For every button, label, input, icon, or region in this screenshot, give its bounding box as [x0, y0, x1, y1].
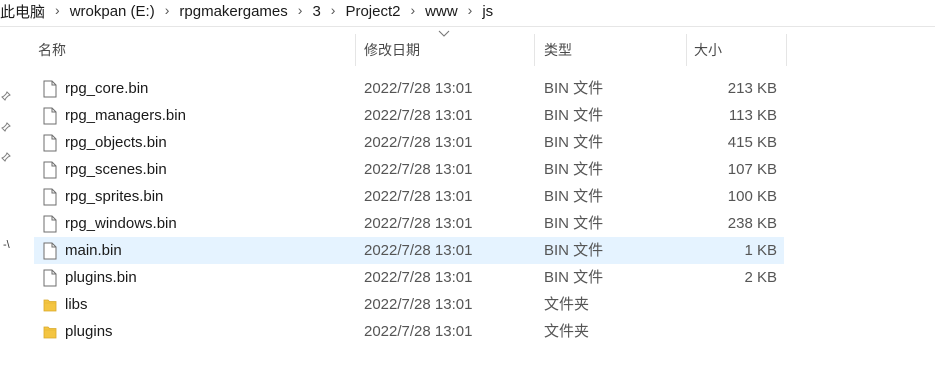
- chevron-right-icon[interactable]: ›: [325, 2, 342, 18]
- breadcrumb-item-3[interactable]: 3: [308, 3, 324, 20]
- pin-icon: [1, 91, 11, 101]
- file-icon: [43, 75, 57, 102]
- file-modified-date: 2022/7/28 13:01: [364, 323, 473, 340]
- file-type: BIN 文件: [544, 242, 604, 259]
- file-list: rpg_core.bin 2022/7/28 13:01 BIN 文件 213 KB r…: [34, 75, 784, 345]
- folder-icon: [43, 291, 57, 318]
- breadcrumb-item-drive[interactable]: wrokpan (E:): [66, 3, 159, 20]
- file-type: BIN 文件: [544, 80, 604, 97]
- column-header-size[interactable]: 大小: [694, 34, 784, 66]
- file-row[interactable]: rpg_managers.bin 2022/7/28 13:01 BIN 文件 113…: [34, 102, 784, 129]
- file-icon: [43, 156, 57, 183]
- file-name: plugins.bin: [65, 269, 137, 286]
- column-header-date[interactable]: 修改日期: [364, 34, 534, 66]
- file-row[interactable]: rpg_core.bin 2022/7/28 13:01 BIN 文件 213 KB: [34, 75, 784, 102]
- breadcrumb: 此电脑 › wrokpan (E:) › rpgmakergames › 3 ›…: [0, 0, 935, 22]
- file-name: rpg_objects.bin: [65, 134, 167, 151]
- file-icon: [43, 129, 57, 156]
- column-header-type[interactable]: 类型: [544, 34, 684, 66]
- file-name: rpg_managers.bin: [65, 107, 186, 124]
- pin-icon: [1, 122, 11, 132]
- file-modified-date: 2022/7/28 13:01: [364, 161, 473, 178]
- folder-row[interactable]: libs 2022/7/28 13:01 文件夹: [34, 291, 784, 318]
- file-name: rpg_core.bin: [65, 80, 149, 97]
- file-row[interactable]: rpg_scenes.bin 2022/7/28 13:01 BIN 文件 107 K…: [34, 156, 784, 183]
- chevron-right-icon[interactable]: ›: [159, 2, 176, 18]
- column-divider[interactable]: [355, 34, 356, 66]
- chevron-right-icon[interactable]: ›: [405, 2, 422, 18]
- file-modified-date: 2022/7/28 13:01: [364, 134, 473, 151]
- file-size: 2 KB: [744, 269, 777, 286]
- breadcrumb-item-project2[interactable]: Project2: [341, 3, 404, 20]
- file-size: 107 KB: [727, 161, 777, 178]
- file-name: rpg_sprites.bin: [65, 188, 164, 205]
- breadcrumb-item-js[interactable]: js: [478, 3, 497, 20]
- file-type: 文件夹: [544, 296, 590, 313]
- file-name: main.bin: [65, 242, 122, 259]
- file-size: 415 KB: [727, 134, 777, 151]
- file-type: BIN 文件: [544, 161, 604, 178]
- column-header-type-label: 类型: [544, 42, 572, 58]
- file-explorer: 此电脑 › wrokpan (E:) › rpgmakergames › 3 ›…: [0, 0, 935, 369]
- pin-icon: [1, 152, 11, 162]
- folder-icon: [43, 318, 57, 345]
- file-modified-date: 2022/7/28 13:01: [364, 242, 473, 259]
- chevron-right-icon[interactable]: ›: [292, 2, 309, 18]
- file-name: plugins: [65, 323, 113, 340]
- file-size: [634, 318, 777, 345]
- breadcrumb-item-this-pc[interactable]: 此电脑: [0, 1, 49, 22]
- file-modified-date: 2022/7/28 13:01: [364, 269, 473, 286]
- file-modified-date: 2022/7/28 13:01: [364, 215, 473, 232]
- file-row[interactable]: plugins.bin 2022/7/28 13:01 BIN 文件 2 KB: [34, 264, 784, 291]
- navigation-item-fragment[interactable]: -\: [3, 239, 10, 251]
- file-name: libs: [65, 296, 88, 313]
- file-row[interactable]: main.bin 2022/7/28 13:01 BIN 文件 1 KB: [34, 237, 784, 264]
- chevron-right-icon[interactable]: ›: [462, 2, 479, 18]
- file-size: [634, 291, 777, 318]
- file-icon: [43, 210, 57, 237]
- file-type: BIN 文件: [544, 188, 604, 205]
- breadcrumb-item-rpgmakergames[interactable]: rpgmakergames: [175, 3, 291, 20]
- navigation-pane[interactable]: -\: [0, 27, 14, 369]
- column-header-date-label: 修改日期: [364, 42, 420, 58]
- file-row[interactable]: rpg_objects.bin 2022/7/28 13:01 BIN 文件 415 …: [34, 129, 784, 156]
- file-icon: [43, 237, 57, 264]
- column-divider[interactable]: [786, 34, 787, 66]
- file-modified-date: 2022/7/28 13:01: [364, 188, 473, 205]
- column-divider[interactable]: [534, 34, 535, 66]
- file-icon: [43, 183, 57, 210]
- file-type: BIN 文件: [544, 215, 604, 232]
- file-size: 100 KB: [727, 188, 777, 205]
- sort-descending-icon: [438, 30, 450, 38]
- file-row[interactable]: rpg_sprites.bin 2022/7/28 13:01 BIN 文件 100 …: [34, 183, 784, 210]
- file-size: 238 KB: [727, 215, 777, 232]
- breadcrumb-item-www[interactable]: www: [421, 3, 462, 20]
- file-modified-date: 2022/7/28 13:01: [364, 296, 473, 313]
- folder-row[interactable]: plugins 2022/7/28 13:01 文件夹: [34, 318, 784, 345]
- file-size: 213 KB: [727, 80, 777, 97]
- file-modified-date: 2022/7/28 13:01: [364, 80, 473, 97]
- toolbar-divider: [0, 26, 935, 27]
- file-size: 1 KB: [744, 242, 777, 259]
- column-divider[interactable]: [686, 34, 687, 66]
- column-header-name-label: 名称: [38, 42, 66, 58]
- file-name: rpg_windows.bin: [65, 215, 177, 232]
- file-name: rpg_scenes.bin: [65, 161, 167, 178]
- file-modified-date: 2022/7/28 13:01: [364, 107, 473, 124]
- file-type: BIN 文件: [544, 107, 604, 124]
- file-icon: [43, 102, 57, 129]
- file-size: 113 KB: [728, 107, 777, 124]
- file-row[interactable]: rpg_windows.bin 2022/7/28 13:01 BIN 文件 238 …: [34, 210, 784, 237]
- column-header: 名称 修改日期 类型 大小: [24, 34, 794, 66]
- file-icon: [43, 264, 57, 291]
- file-type: BIN 文件: [544, 134, 604, 151]
- chevron-right-icon[interactable]: ›: [49, 2, 66, 18]
- column-header-size-label: 大小: [694, 42, 722, 58]
- file-type: BIN 文件: [544, 269, 604, 286]
- file-type: 文件夹: [544, 323, 590, 340]
- column-header-name[interactable]: 名称: [38, 34, 354, 66]
